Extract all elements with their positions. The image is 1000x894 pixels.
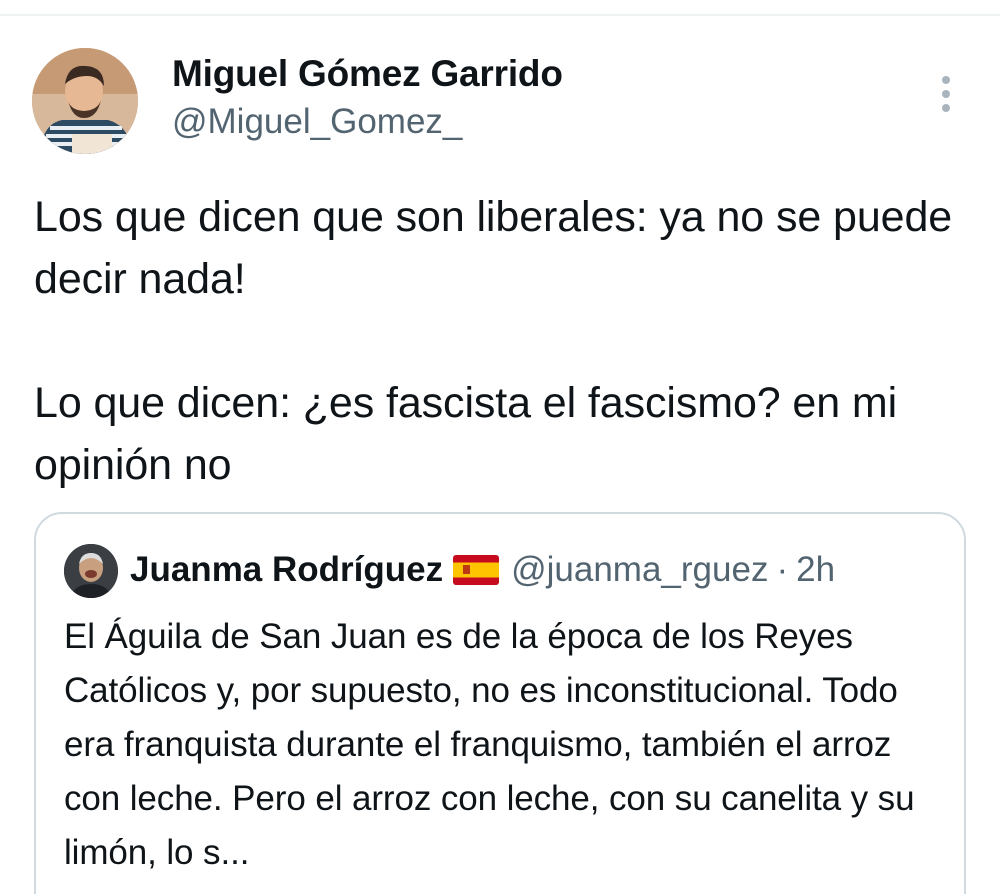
- quoted-tweet-time[interactable]: 2h: [796, 546, 835, 594]
- author-handle[interactable]: @Miguel_Gomez_: [172, 100, 462, 144]
- tweet-detail-view: Miguel Gómez Garrido @Miguel_Gomez_ Los …: [0, 0, 1000, 894]
- spain-flag-icon: [453, 555, 500, 585]
- quoted-tweet-text: El Águila de San Juan es de la época de …: [64, 617, 915, 872]
- more-options-button[interactable]: [928, 70, 964, 114]
- quoted-author-name[interactable]: Juanma Rodríguez: [130, 546, 443, 594]
- author-avatar-image: [32, 48, 138, 154]
- quoted-author-avatar[interactable]: [64, 544, 118, 598]
- quoted-author-avatar-image: [64, 544, 118, 598]
- header-separator: ·: [776, 550, 789, 589]
- author-avatar[interactable]: [32, 48, 138, 154]
- author-name[interactable]: Miguel Gómez Garrido: [172, 52, 563, 96]
- more-icon-dot: [942, 104, 950, 112]
- quoted-tweet-header: Juanma Rodríguez @juanma_rguez · 2h: [130, 546, 835, 594]
- more-vertical-icon: [942, 76, 950, 84]
- spain-flag-graphic: [453, 555, 500, 585]
- quoted-author-handle[interactable]: @juanma_rguez: [511, 546, 768, 594]
- tweet-text: Los que dicen que son liberales: ya no s…: [34, 193, 953, 489]
- top-divider: [0, 14, 1000, 16]
- more-icon-dot: [942, 90, 950, 98]
